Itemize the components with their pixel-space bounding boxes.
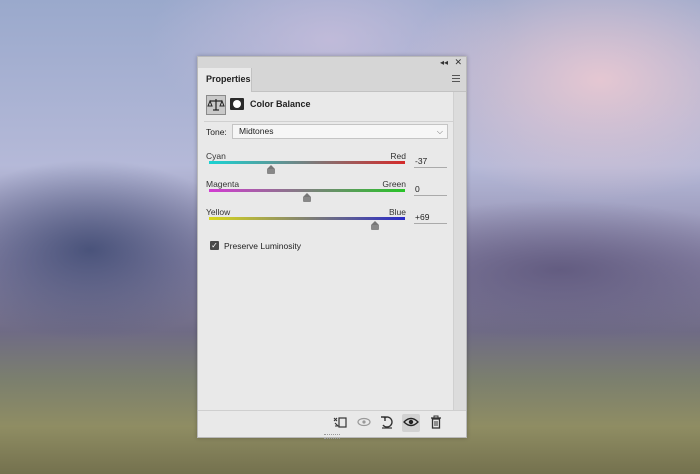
tone-dropdown[interactable]: Midtones ⌵ [232,124,448,139]
color-balance-icon[interactable] [206,95,226,115]
tab-row: Properties [198,68,466,92]
clip-to-layer-icon[interactable] [331,414,349,432]
slider-track[interactable] [209,217,405,220]
divider [204,121,460,122]
slider-left-label: Yellow [206,207,231,217]
view-previous-state-icon[interactable] [355,414,373,432]
slider-row-cyan-red: Cyan Red -37 [206,151,462,181]
slider-track[interactable] [209,189,405,192]
slider-left-label: Cyan [206,151,226,161]
close-icon[interactable]: ✕ [454,57,462,68]
scrollbar[interactable] [453,92,466,410]
reset-icon[interactable] [378,414,396,432]
slider-row-yellow-blue: Yellow Blue +69 [206,207,462,237]
tone-label: Tone: [206,127,227,137]
tab-properties[interactable]: Properties [198,68,252,92]
slider-row-magenta-green: Magenta Green 0 [206,179,462,209]
bottom-toolbar [198,410,466,435]
preserve-luminosity-checkbox[interactable]: ✓ [210,241,219,250]
chevron-down-icon: ⌵ [436,127,443,136]
slider-track[interactable] [209,161,405,164]
visibility-eye-icon[interactable] [402,414,420,432]
properties-panel: ◂◂ ✕ Properties Color Balance Tone: Midt… [197,56,467,439]
mask-icon[interactable] [230,98,244,110]
slider-value-input[interactable]: +69 [414,210,447,224]
slider-right-label: Red [390,151,406,161]
tone-selected-value: Midtones [239,126,274,136]
resize-grip[interactable] [324,434,340,439]
panel-topbar: ◂◂ ✕ [198,57,466,68]
slider-left-label: Magenta [206,179,240,189]
slider-right-label: Blue [388,207,406,217]
delete-trash-icon[interactable] [427,414,445,432]
slider-right-label: Green [382,179,406,189]
slider-value-input[interactable]: -37 [414,154,447,168]
panel-menu-icon[interactable] [452,75,460,84]
preserve-luminosity-label[interactable]: Preserve Luminosity [224,241,301,251]
adjustment-title: Color Balance [250,99,311,109]
collapse-panel-icon[interactable]: ◂◂ [440,57,448,68]
slider-value-input[interactable]: 0 [414,182,447,196]
